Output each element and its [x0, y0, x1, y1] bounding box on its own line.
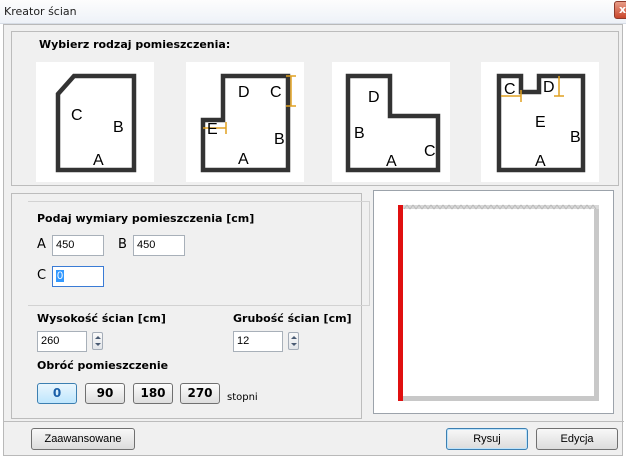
room-shape-option-2[interactable]: A B C D E: [186, 62, 304, 182]
dim-b-input[interactable]: 450: [133, 235, 185, 256]
room-shape-option-1[interactable]: A B C: [36, 62, 154, 182]
dimensions-heading: Podaj wymiary pomieszczenia [cm]: [37, 212, 255, 225]
shape-label: A: [386, 153, 397, 170]
dim-a-label: A: [37, 237, 46, 252]
dim-c-input[interactable]: 0: [52, 266, 104, 287]
wall-height-spinner[interactable]: [92, 332, 103, 350]
rotation-heading: Obróć pomieszczenie: [37, 359, 169, 372]
title-bar: Kreator ścian x: [0, 0, 626, 24]
shape-label: B: [274, 131, 285, 148]
room-type-panel: Wybierz rodzaj pomieszczenia: A B C A B …: [11, 31, 619, 186]
bottom-separator: [4, 421, 624, 422]
spin-down-icon[interactable]: [291, 343, 297, 346]
dim-b-label: B: [118, 237, 127, 252]
spin-up-icon[interactable]: [95, 336, 101, 339]
wall-thickness-input[interactable]: 12: [233, 331, 283, 352]
shape-label: D: [238, 84, 250, 101]
preview-wall-b: [594, 207, 599, 401]
shape-label: B: [354, 125, 365, 142]
shape-label: C: [71, 107, 83, 124]
close-icon[interactable]: x: [614, 1, 626, 19]
shape-label: A: [93, 152, 104, 169]
shape-label: C: [424, 143, 436, 160]
wall-height-label: Wysokość ścian [cm]: [37, 312, 166, 325]
wall-thickness-spinner[interactable]: [288, 332, 299, 350]
dim-c-value: 0: [56, 270, 65, 282]
shape-label: B: [570, 129, 581, 146]
shape-label: C: [504, 81, 516, 98]
wall-creator-dialog: Wybierz rodzaj pomieszczenia: A B C A B …: [3, 24, 624, 456]
shape-label: E: [535, 114, 546, 131]
rotate-90-button[interactable]: 90: [85, 383, 125, 404]
room-shape-option-4[interactable]: A B C D E: [481, 62, 599, 182]
dimensions-panel: Podaj wymiary pomieszczenia [cm] A 450 B…: [11, 193, 370, 419]
spin-down-icon[interactable]: [95, 343, 101, 346]
preview-wall-highlight: [398, 205, 403, 401]
window-title: Kreator ścian: [4, 5, 77, 18]
rotate-0-button[interactable]: 0: [37, 383, 77, 404]
room-preview-canvas: [398, 204, 599, 401]
draw-button[interactable]: Rysuj: [446, 428, 528, 450]
room-shape-option-3[interactable]: A B C D: [332, 62, 450, 182]
shape-label: D: [543, 79, 555, 96]
rotation-unit: stopni: [227, 392, 258, 403]
rotate-180-button[interactable]: 180: [133, 383, 173, 404]
preview-wall-a: [400, 396, 599, 401]
wall-thickness-label: Grubość ścian [cm]: [233, 312, 352, 325]
shape-label: A: [238, 151, 249, 168]
shape-label: A: [535, 153, 546, 170]
room-type-heading: Wybierz rodzaj pomieszczenia:: [39, 38, 231, 51]
edit-button[interactable]: Edycja: [536, 428, 618, 450]
shape-label: E: [207, 121, 218, 138]
dim-a-input[interactable]: 450: [52, 235, 104, 256]
shape-label: B: [113, 119, 124, 136]
advanced-button[interactable]: Zaawansowane: [31, 428, 135, 450]
shape-label: D: [368, 89, 380, 106]
wall-height-input[interactable]: 260: [37, 331, 87, 352]
rotate-270-button[interactable]: 270: [180, 383, 220, 404]
dim-c-label: C: [37, 268, 47, 283]
shape-label: C: [270, 84, 282, 101]
spin-up-icon[interactable]: [291, 336, 297, 339]
room-preview: [373, 190, 614, 414]
